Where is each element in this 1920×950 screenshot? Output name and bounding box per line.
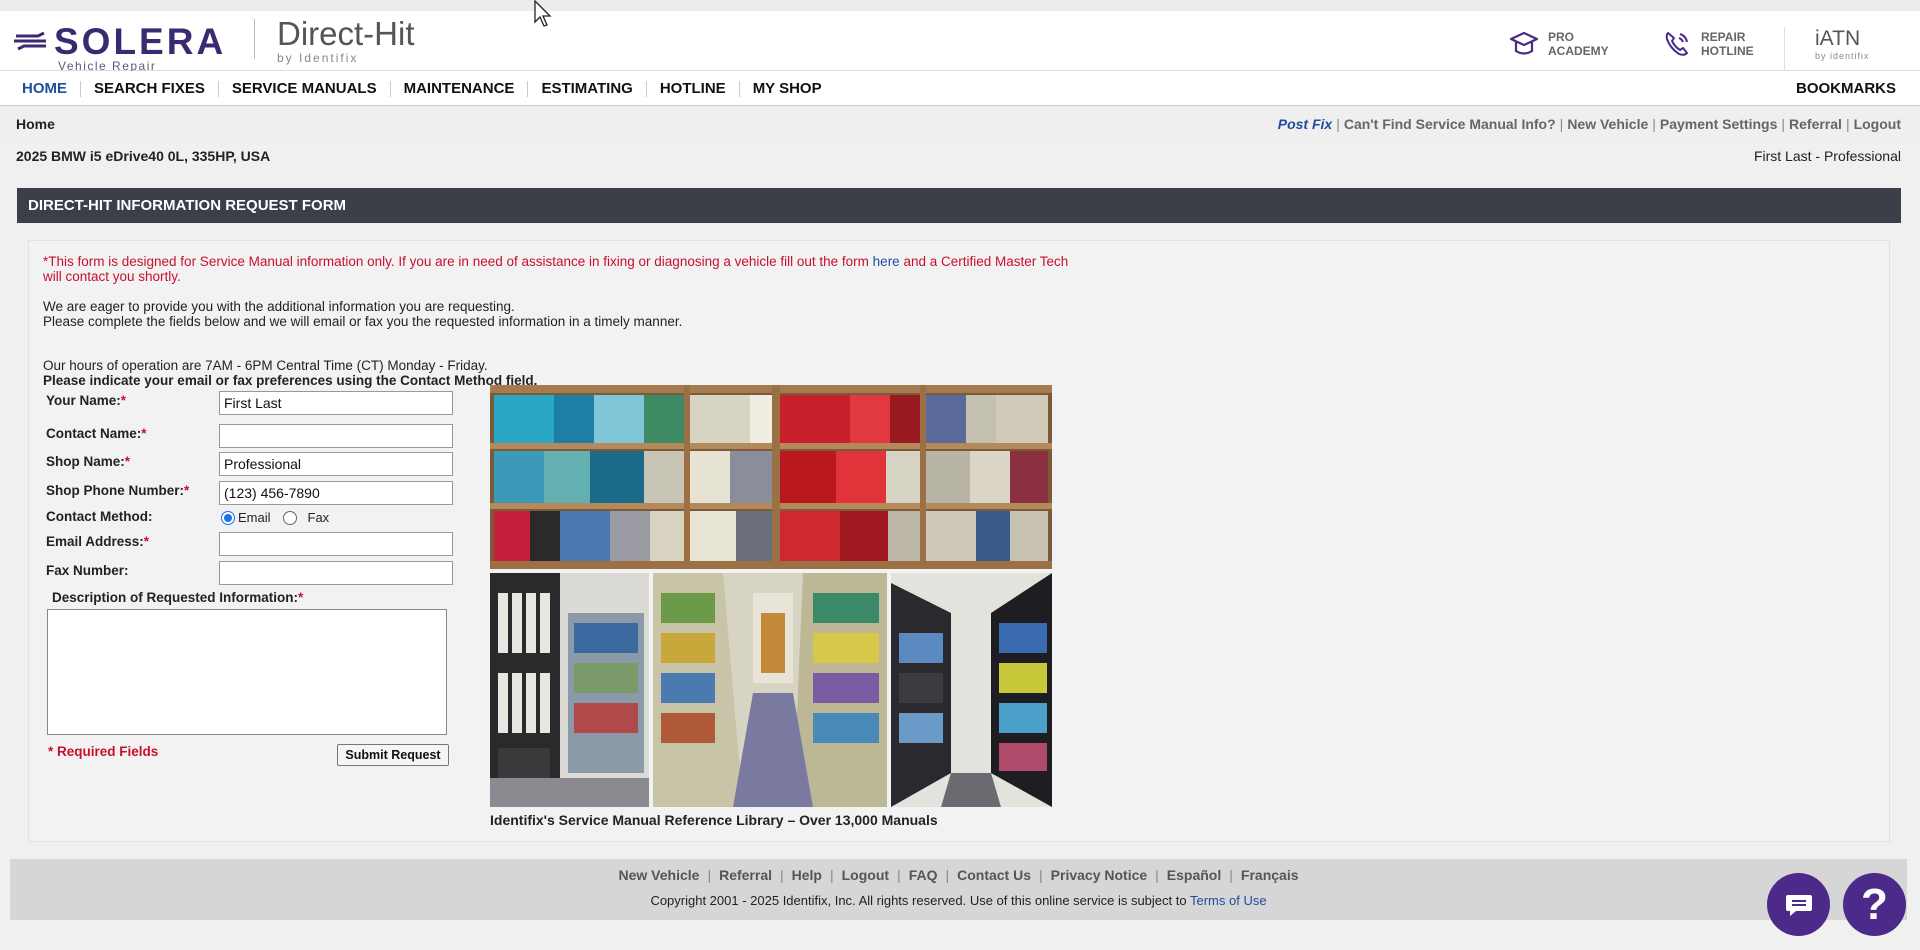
repair-hotline-label: REPAIR HOTLINE xyxy=(1701,30,1754,58)
copyright: Copyright 2001 - 2025 Identifix, Inc. Al… xyxy=(650,893,1267,908)
library-aisle-photo-3 xyxy=(891,573,1052,807)
solera-mark-icon xyxy=(14,31,46,51)
top-strip xyxy=(0,0,1920,11)
email-input[interactable] xyxy=(219,532,453,556)
email-radio[interactable] xyxy=(221,510,235,525)
intro-line-2: Please complete the fields below and we … xyxy=(43,314,683,329)
question-mark-icon: ? xyxy=(1861,879,1888,929)
library-aisle-photo-2 xyxy=(653,573,887,807)
payment-settings-link[interactable]: Payment Settings xyxy=(1660,116,1777,132)
terms-of-use-link[interactable]: Terms of Use xyxy=(1190,893,1267,908)
shop-phone-input[interactable] xyxy=(219,481,453,505)
hours-text: Our hours of operation are 7AM - 6PM Cen… xyxy=(43,358,488,373)
repair-hotline-link[interactable]: REPAIR HOTLINE xyxy=(1661,27,1754,61)
description-label: Description of Requested Information:* xyxy=(52,590,304,605)
shop-name-row: Shop Name:* xyxy=(46,450,476,476)
cant-find-info-link[interactable]: Can't Find Service Manual Info? xyxy=(1344,116,1556,132)
new-vehicle-link[interactable]: New Vehicle xyxy=(1567,116,1648,132)
selected-vehicle: 2025 BMW i5 eDrive40 0L, 335HP, USA xyxy=(16,148,271,164)
footer-links: New Vehicle | Referral | Help | Logout | FAQ | Con… xyxy=(618,867,1299,883)
pro-academy-link[interactable]: PRO ACADEMY xyxy=(1508,27,1609,61)
nav-bookmarks[interactable]: BOOKMARKS xyxy=(1796,71,1896,106)
shop-phone-label: Shop Phone Number:* xyxy=(46,483,190,498)
description-textarea[interactable] xyxy=(47,609,447,735)
utility-links: Post Fix | Can't Find Service Manual Info?… xyxy=(1277,116,1901,132)
contact-name-input[interactable] xyxy=(219,424,453,448)
fax-input[interactable] xyxy=(219,561,453,585)
fax-row: Fax Number: xyxy=(46,559,476,585)
fax-option[interactable]: Fax xyxy=(281,510,329,525)
nav-hotline[interactable]: HOTLINE xyxy=(645,80,739,97)
nav-maintenance[interactable]: MAINTENANCE xyxy=(389,80,528,97)
your-name-label: Your Name:* xyxy=(46,393,127,408)
help-button[interactable]: ? xyxy=(1843,873,1906,936)
footer-logout-link[interactable]: Logout xyxy=(842,867,889,883)
footer-privacy-notice-link[interactable]: Privacy Notice xyxy=(1051,867,1148,883)
intro-line-1: We are eager to provide you with the add… xyxy=(43,299,515,314)
graduation-cap-icon xyxy=(1509,31,1539,55)
chat-button[interactable] xyxy=(1767,873,1830,936)
email-option[interactable]: Email xyxy=(219,510,271,525)
contact-method-label: Contact Method: xyxy=(46,509,153,524)
breadcrumb: Home xyxy=(16,116,55,132)
nav-search-fixes[interactable]: SEARCH FIXES xyxy=(80,80,218,97)
solera-logo[interactable]: SOLERA Vehicle Repair xyxy=(14,19,234,73)
fax-radio[interactable] xyxy=(282,510,297,525)
header: SOLERA Vehicle Repair Direct-Hit by Iden… xyxy=(0,11,1920,73)
fax-label: Fax Number: xyxy=(46,563,129,578)
here-link[interactable]: here xyxy=(873,254,900,269)
contact-name-label: Contact Name:* xyxy=(46,426,147,441)
nav-home[interactable]: HOME xyxy=(10,80,80,97)
phone-icon xyxy=(1665,32,1688,56)
logo-divider xyxy=(254,19,255,59)
vehicle-bar: 2025 BMW i5 eDrive40 0L, 335HP, USA Firs… xyxy=(0,142,1920,182)
library-shelves-photo xyxy=(490,385,1052,569)
shop-phone-row: Shop Phone Number:* xyxy=(46,479,476,505)
footer-new-vehicle-link[interactable]: New Vehicle xyxy=(619,867,700,883)
your-name-input[interactable] xyxy=(219,391,453,415)
library-photos xyxy=(490,385,1052,807)
footer-faq-link[interactable]: FAQ xyxy=(909,867,938,883)
mouse-cursor-icon xyxy=(534,0,552,27)
nav-estimating[interactable]: ESTIMATING xyxy=(527,80,645,97)
shop-name-input[interactable] xyxy=(219,452,453,476)
email-label: Email Address:* xyxy=(46,534,150,549)
form-notice: *This form is designed for Service Manua… xyxy=(43,254,1069,284)
your-name-row: Your Name:* xyxy=(46,389,476,415)
contact-method-radios: Email Fax xyxy=(219,510,339,525)
main-nav: HOME SEARCH FIXES SERVICE MANUALS MAINTE… xyxy=(0,71,1920,106)
subbar: Home Post Fix | Can't Find Service Manual … xyxy=(0,106,1920,142)
footer-francais-link[interactable]: Français xyxy=(1241,867,1299,883)
logout-link[interactable]: Logout xyxy=(1854,116,1901,132)
library-caption: Identifix's Service Manual Reference Lib… xyxy=(490,812,938,828)
direct-hit-tagline: by Identifix xyxy=(277,51,359,65)
shop-name-label: Shop Name:* xyxy=(46,454,131,469)
user-info: First Last - Professional xyxy=(1753,148,1901,164)
request-form-panel: *This form is designed for Service Manua… xyxy=(28,240,1890,842)
footer-espanol-link[interactable]: Español xyxy=(1167,867,1221,883)
library-aisle-photo-1 xyxy=(490,573,649,807)
footer-referral-link[interactable]: Referral xyxy=(719,867,772,883)
iatn-logo[interactable]: iATN by identifix xyxy=(1784,27,1894,71)
contact-method-row: Contact Method: Email Fax xyxy=(46,505,476,531)
required-fields-note: * Required Fields xyxy=(48,744,159,759)
form-title: DIRECT-HIT INFORMATION REQUEST FORM xyxy=(17,188,1901,223)
direct-hit-wordmark[interactable]: Direct-Hit xyxy=(277,16,415,52)
nav-service-manuals[interactable]: SERVICE MANUALS xyxy=(217,80,390,97)
pro-academy-label: PRO ACADEMY xyxy=(1548,30,1609,58)
referral-link[interactable]: Referral xyxy=(1789,116,1842,132)
footer-help-link[interactable]: Help xyxy=(792,867,822,883)
email-row: Email Address:* xyxy=(46,530,476,556)
nav-my-shop[interactable]: MY SHOP xyxy=(738,80,835,97)
footer-contact-us-link[interactable]: Contact Us xyxy=(957,867,1031,883)
footer: New Vehicle | Referral | Help | Logout | FAQ | Con… xyxy=(10,859,1907,920)
contact-name-row: Contact Name:* xyxy=(46,422,476,448)
submit-request-button[interactable]: Submit Request xyxy=(337,744,449,766)
iatn-tagline: by identifix xyxy=(1815,51,1870,61)
post-fix-link[interactable]: Post Fix xyxy=(1278,116,1332,132)
chat-bubble-icon xyxy=(1785,894,1812,916)
iatn-wordmark: iATN xyxy=(1815,27,1861,50)
solera-wordmark: SOLERA xyxy=(54,21,227,62)
